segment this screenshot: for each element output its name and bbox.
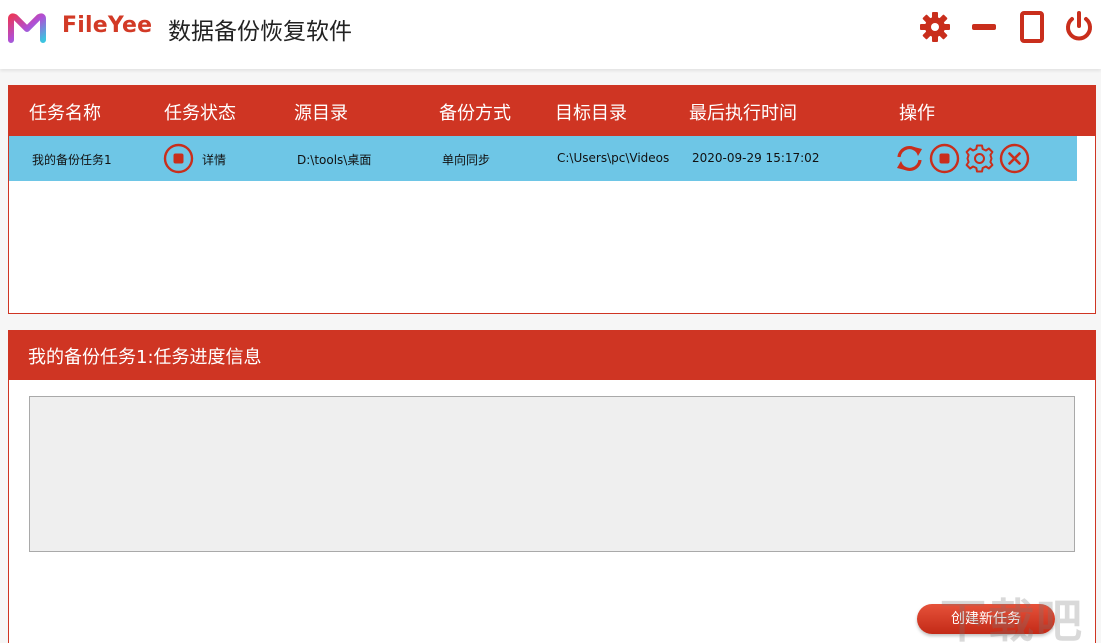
fileyee-logo-icon <box>8 13 46 43</box>
progress-log-area[interactable] <box>29 396 1075 552</box>
source-dir: D:\tools\桌面 <box>297 153 372 167</box>
task-table-header: 任务名称 任务状态 源目录 备份方式 目标目录 最后执行时间 操作 <box>9 86 1095 136</box>
power-icon[interactable] <box>1062 10 1096 44</box>
title-bar: FileYee 数据备份恢复软件 <box>0 0 1101 69</box>
minimize-icon[interactable] <box>967 10 1001 44</box>
column-header-target: 目标目录 <box>555 103 627 124</box>
task-name: 我的备份任务1 <box>32 153 112 167</box>
column-header-name: 任务名称 <box>29 103 101 124</box>
app-window: FileYee 数据备份恢复软件 任务名称 任务状态 源目录 备份方式 目标目录… <box>0 0 1101 643</box>
target-dir: C:\Users\pc\Videos <box>557 151 670 165</box>
close-icon[interactable] <box>999 143 1030 174</box>
stop-status-icon[interactable] <box>163 143 194 174</box>
column-header-ops: 操作 <box>899 103 935 124</box>
app-title: 数据备份恢复软件 <box>168 19 352 45</box>
column-header-status: 任务状态 <box>164 103 236 124</box>
settings-icon[interactable] <box>918 10 952 44</box>
column-header-last-run: 最后执行时间 <box>689 103 797 124</box>
maximize-icon[interactable] <box>1015 10 1049 44</box>
brand-name: FileYee <box>62 13 153 38</box>
watermark: 下载吧 <box>940 594 1084 643</box>
progress-title: 我的备份任务1:任务进度信息 <box>28 347 262 368</box>
progress-panel: 我的备份任务1:任务进度信息 创建新任务 <box>8 330 1096 643</box>
details-link[interactable]: 详情 <box>202 151 226 168</box>
task-list-panel: 任务名称 任务状态 源目录 备份方式 目标目录 最后执行时间 操作 我的备份任务… <box>8 85 1096 314</box>
progress-header: 我的备份任务1:任务进度信息 <box>8 330 1096 380</box>
gear-icon[interactable] <box>964 143 995 174</box>
column-header-mode: 备份方式 <box>439 103 511 124</box>
backup-mode: 单向同步 <box>442 153 491 167</box>
last-run-time: 2020-09-29 15:17:02 <box>692 151 820 165</box>
table-row[interactable]: 我的备份任务1 详情 D:\tools\桌面 单向同步 C:\Users\pc\… <box>9 136 1077 181</box>
stop-icon[interactable] <box>929 143 960 174</box>
sync-icon[interactable] <box>894 143 925 174</box>
column-header-source: 源目录 <box>294 103 348 124</box>
